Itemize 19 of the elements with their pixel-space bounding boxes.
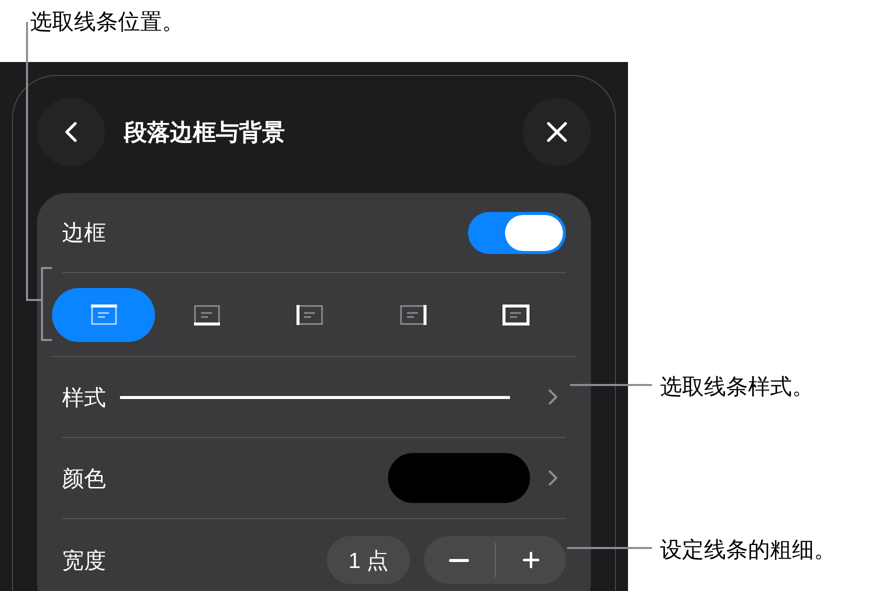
border-position-icon (502, 304, 530, 326)
minus-icon (449, 558, 470, 562)
callout-text: 选取线条位置。 (30, 8, 184, 36)
border-position-icon (296, 304, 324, 326)
color-label: 颜色 (62, 464, 107, 492)
border-toggle[interactable] (468, 212, 566, 254)
width-value: 1 点 (327, 536, 410, 584)
border-position-icon (192, 304, 220, 326)
border-position-icon (398, 304, 426, 326)
style-label: 样式 (62, 384, 107, 412)
border-position-button[interactable] (52, 288, 155, 342)
width-label: 宽度 (62, 546, 107, 574)
line-style-row[interactable]: 样式 (62, 357, 566, 438)
border-position-icon (90, 304, 118, 326)
panel-title: 段落边框与背景 (124, 118, 286, 147)
callout-text: 设定线条的粗细。 (660, 536, 836, 564)
border-label: 边框 (62, 219, 107, 247)
callout-text: 选取线条样式。 (660, 373, 814, 401)
color-row[interactable]: 颜色 (62, 438, 566, 519)
